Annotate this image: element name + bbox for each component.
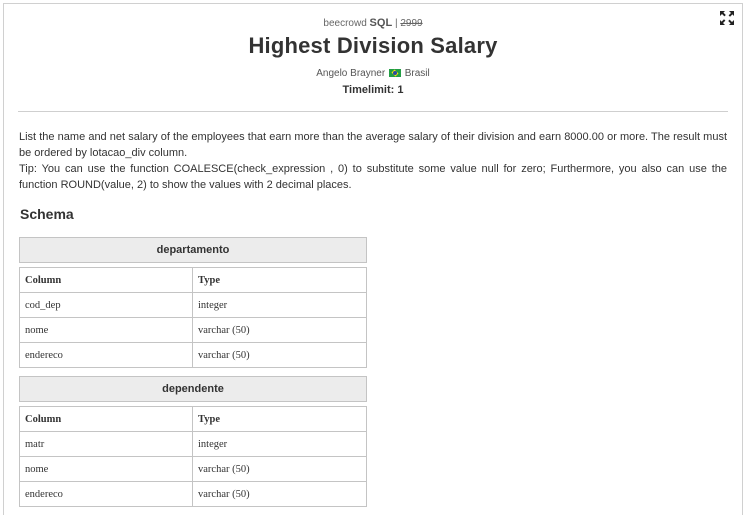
divider (18, 111, 728, 112)
table-name: dependente (19, 376, 367, 402)
problem-header: beecrowd SQL | 2999 Highest Division Sal… (4, 4, 742, 96)
description-paragraph: List the name and net salary of the empl… (19, 131, 727, 159)
type-header: Type (192, 267, 367, 293)
table-row: nome varchar (50) (19, 456, 367, 482)
column-type: integer (192, 292, 367, 318)
schema-heading: Schema (20, 206, 74, 222)
column-name: nome (19, 317, 193, 343)
category-label[interactable]: SQL (370, 17, 393, 29)
site-name: beecrowd (323, 18, 367, 29)
expand-icon[interactable] (720, 11, 734, 25)
columns-table: Column Type cod_dep integer nome varchar… (19, 267, 367, 368)
table-row: nome varchar (50) (19, 317, 367, 343)
problem-number: 2999 (400, 18, 423, 29)
page-title: Highest Division Salary (248, 33, 498, 58)
table-row: endereco varchar (50) (19, 342, 367, 368)
schema-table-dependente: dependente Column Type matr integer nome… (19, 376, 367, 507)
schema-table-departamento: departamento Column Type cod_dep integer… (19, 237, 367, 368)
description-tip: Tip: You can use the function COALESCE(c… (19, 163, 727, 191)
column-name: endereco (19, 481, 193, 507)
table-header-row: Column Type (19, 406, 367, 432)
table-row: matr integer (19, 431, 367, 457)
meta-separator: | (394, 18, 398, 29)
problem-description: List the name and net salary of the empl… (4, 129, 742, 193)
column-type: varchar (50) (192, 456, 367, 482)
table-header-row: Column Type (19, 267, 367, 293)
column-name: endereco (19, 342, 193, 368)
column-type: varchar (50) (192, 481, 367, 507)
column-name: nome (19, 456, 193, 482)
column-type: varchar (50) (192, 317, 367, 343)
table-row: endereco varchar (50) (19, 481, 367, 507)
column-name: cod_dep (19, 292, 193, 318)
problem-panel: beecrowd SQL | 2999 Highest Division Sal… (3, 3, 743, 515)
timelimit: Timelimit: 1 (342, 84, 404, 96)
author-name[interactable]: Angelo Brayner (316, 68, 385, 79)
columns-table: Column Type matr integer nome varchar (5… (19, 406, 367, 507)
table-row: cod_dep integer (19, 292, 367, 318)
column-name: matr (19, 431, 193, 457)
type-header: Type (192, 406, 367, 432)
column-type: integer (192, 431, 367, 457)
author-line: Angelo Brayner Brasil (4, 68, 742, 79)
brazil-flag-icon (388, 69, 401, 77)
table-name: departamento (19, 237, 367, 263)
column-header: Column (19, 267, 193, 293)
column-type: varchar (50) (192, 342, 367, 368)
author-country[interactable]: Brasil (405, 68, 430, 79)
column-header: Column (19, 406, 193, 432)
problem-meta: beecrowd SQL | 2999 (4, 17, 742, 31)
